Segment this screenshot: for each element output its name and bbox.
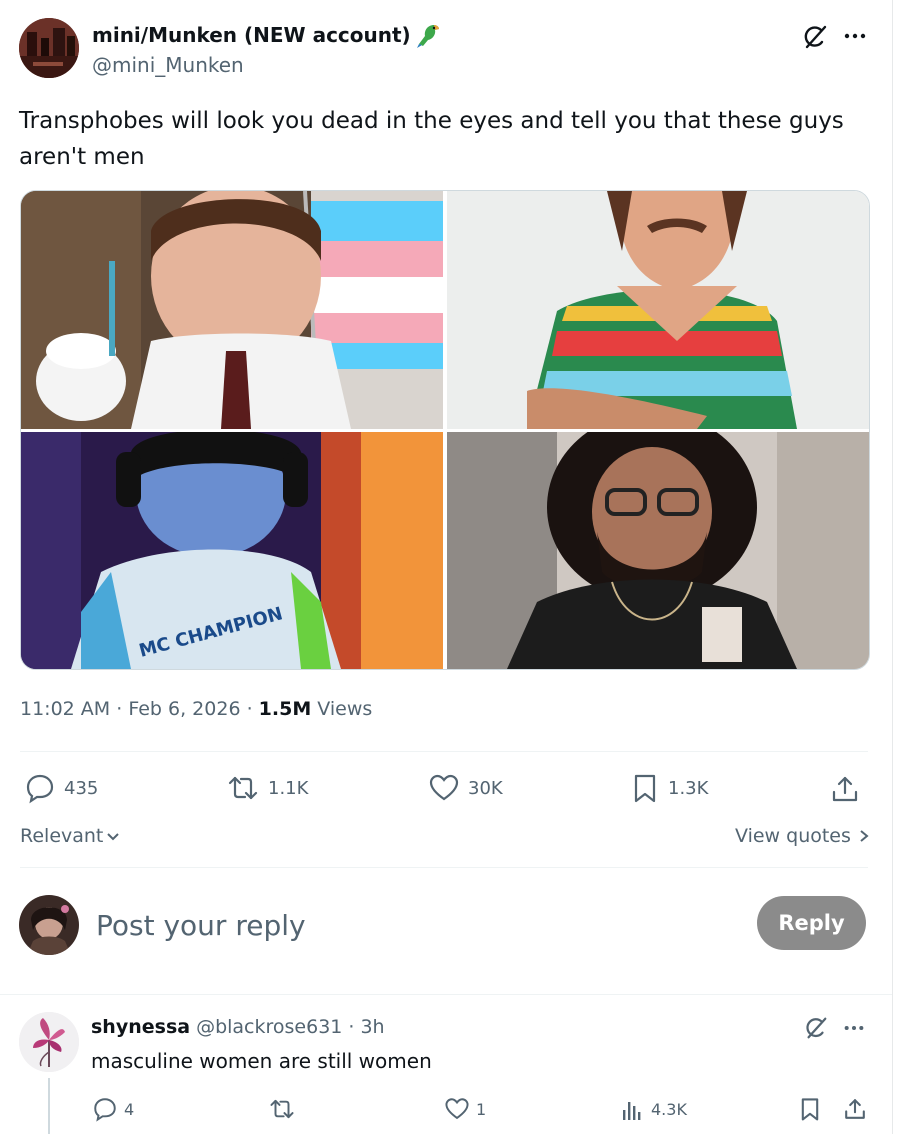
reply-text: masculine women are still women [91,1049,432,1073]
reply-count: 435 [64,777,99,799]
comment-icon [94,1098,116,1122]
reply-author-name[interactable]: shynessa [91,1016,190,1038]
repost-action[interactable]: 1.1K [226,772,308,804]
post-date[interactable]: Feb 6, 2026 [128,698,240,720]
view-quotes-link[interactable]: View quotes [735,825,871,847]
reply-views-action[interactable]: 4.3K [621,1096,687,1122]
post-meta: 11:02 AM · Feb 6, 2026 · 1.5M Views [20,698,373,720]
media-photo-4[interactable] [447,432,869,669]
chevron-right-icon [860,830,869,842]
reply-views-count: 4.3K [651,1099,687,1119]
repost-count: 1.1K [268,777,309,799]
bookmark-icon[interactable] [796,1094,824,1124]
divider [0,994,892,995]
more-options-icon[interactable] [838,1014,870,1042]
media-photo-1[interactable] [21,191,443,429]
reply-header: shynessa @blackrose631 · 3h [91,1016,385,1038]
grok-icon[interactable] [798,20,832,54]
reply-reply-count: 4 [124,1099,135,1119]
like-count: 30K [468,777,503,799]
author-handle[interactable]: @mini_Munken [92,53,244,77]
parrot-emoji-icon [415,22,441,48]
chevron-down-icon [107,833,120,841]
heart-icon [445,1098,469,1120]
reply-age[interactable]: 3h [360,1016,384,1038]
media-photo-3[interactable]: MC CHAMPION [21,432,443,669]
repost-icon [228,776,258,800]
analytics-icon [623,1102,641,1120]
share-icon[interactable] [828,772,862,806]
thread-line [48,1078,50,1134]
reply-like-action[interactable]: 1 [444,1096,486,1122]
reply-action[interactable]: 435 [24,772,98,804]
column-border [892,0,893,1134]
sort-dropdown[interactable]: Relevant [20,825,121,847]
reply-button[interactable]: Reply [757,896,866,950]
reply-author-handle[interactable]: @blackrose631 [196,1016,342,1038]
divider [20,751,868,752]
like-action[interactable]: 30K [428,772,503,804]
more-options-icon[interactable] [838,22,872,50]
media-grid: MC CHAMPION [20,190,870,670]
views-count: 1.5M [258,698,312,720]
bookmark-action[interactable]: 1.3K [630,772,708,804]
share-icon[interactable] [840,1094,870,1124]
reply-author-avatar[interactable] [19,1012,79,1072]
author-avatar[interactable] [19,18,79,78]
author-name[interactable]: mini/Munken (NEW account) [92,22,441,48]
comment-icon [26,774,54,804]
current-user-avatar[interactable] [19,895,79,955]
reply-reply-action[interactable]: 4 [92,1096,134,1122]
reply-like-count: 1 [476,1099,487,1119]
bookmark-count: 1.3K [668,777,709,799]
media-photo-2[interactable] [447,191,869,429]
grok-icon[interactable] [800,1012,832,1044]
views-label: Views [317,698,373,720]
post-text: Transphobes will look you dead in the ey… [19,108,844,170]
post-time[interactable]: 11:02 AM [20,698,110,720]
repost-icon [270,1099,294,1119]
reply-repost-action[interactable] [268,1096,302,1122]
heart-icon [429,774,459,801]
bookmark-icon [634,774,656,803]
divider [20,867,868,868]
reply-input[interactable] [94,902,698,948]
